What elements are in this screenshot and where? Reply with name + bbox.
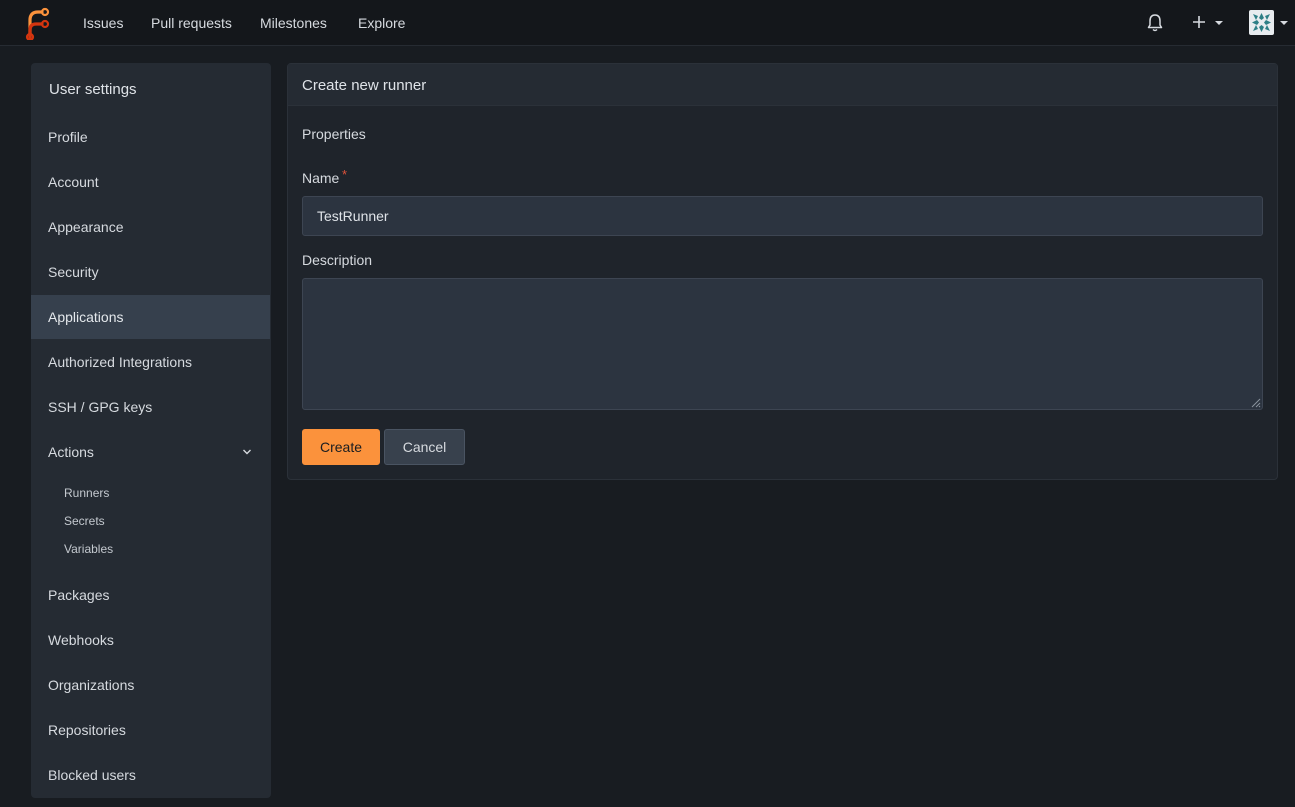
cancel-button[interactable]: Cancel bbox=[384, 429, 465, 465]
description-wrapper bbox=[302, 278, 1263, 410]
resize-grip-icon[interactable] bbox=[1249, 396, 1261, 408]
sidebar-subitem-variables[interactable]: Variables bbox=[64, 542, 113, 556]
panel-header: Create new runner bbox=[288, 64, 1277, 106]
sidebar-item-profile[interactable]: Profile bbox=[31, 115, 270, 159]
page-title: Create new runner bbox=[302, 77, 427, 94]
create-menu-button[interactable] bbox=[1192, 10, 1226, 36]
sidebar-item-security[interactable]: Security bbox=[31, 250, 270, 294]
required-marker: * bbox=[342, 167, 348, 182]
create-runner-panel: Create new runner Properties Name * Desc… bbox=[287, 63, 1278, 480]
sidebar-item-appearance[interactable]: Appearance bbox=[31, 205, 270, 249]
caret-down-icon bbox=[1215, 21, 1223, 25]
avatar bbox=[1249, 10, 1274, 35]
create-button[interactable]: Create bbox=[302, 429, 380, 465]
description-textarea[interactable] bbox=[302, 278, 1263, 410]
name-label-text: Name bbox=[302, 170, 340, 186]
forgejo-logo[interactable] bbox=[24, 6, 50, 40]
caret-down-icon bbox=[1280, 21, 1288, 25]
name-input[interactable] bbox=[302, 196, 1263, 236]
chevron-down-icon bbox=[243, 449, 251, 455]
description-label: Description bbox=[302, 252, 373, 268]
sidebar-item-organizations[interactable]: Organizations bbox=[31, 663, 270, 707]
plus-icon bbox=[1193, 16, 1205, 28]
sidebar-subitem-secrets[interactable]: Secrets bbox=[64, 514, 105, 528]
sidebar-item-repositories[interactable]: Repositories bbox=[31, 708, 270, 752]
settings-sidebar: User settings Profile Account Appearance… bbox=[31, 63, 271, 798]
nav-pull-requests[interactable]: Pull requests bbox=[151, 14, 232, 32]
sidebar-item-account[interactable]: Account bbox=[31, 160, 270, 204]
nav-explore[interactable]: Explore bbox=[358, 14, 405, 32]
nav-issues[interactable]: Issues bbox=[83, 14, 123, 32]
sidebar-item-blocked-users[interactable]: Blocked users bbox=[31, 753, 270, 797]
nav-milestones[interactable]: Milestones bbox=[260, 14, 327, 32]
section-heading: Properties bbox=[302, 126, 366, 142]
sidebar-item-label: Actions bbox=[48, 444, 94, 460]
sidebar-item-authorized-integrations[interactable]: Authorized Integrations bbox=[31, 340, 270, 384]
top-navbar: Issues Pull requests Milestones Explore bbox=[0, 0, 1295, 46]
sidebar-item-ssh-gpg-keys[interactable]: SSH / GPG keys bbox=[31, 385, 270, 429]
sidebar-item-actions[interactable]: Actions bbox=[31, 430, 270, 474]
sidebar-item-applications[interactable]: Applications bbox=[31, 295, 270, 339]
sidebar-title: User settings bbox=[49, 81, 137, 98]
sidebar-subitem-runners[interactable]: Runners bbox=[64, 486, 109, 500]
sidebar-item-packages[interactable]: Packages bbox=[31, 573, 270, 617]
bell-icon[interactable] bbox=[1145, 10, 1165, 36]
name-label: Name * bbox=[302, 167, 347, 187]
sidebar-item-webhooks[interactable]: Webhooks bbox=[31, 618, 270, 662]
user-menu-button[interactable] bbox=[1249, 10, 1289, 36]
